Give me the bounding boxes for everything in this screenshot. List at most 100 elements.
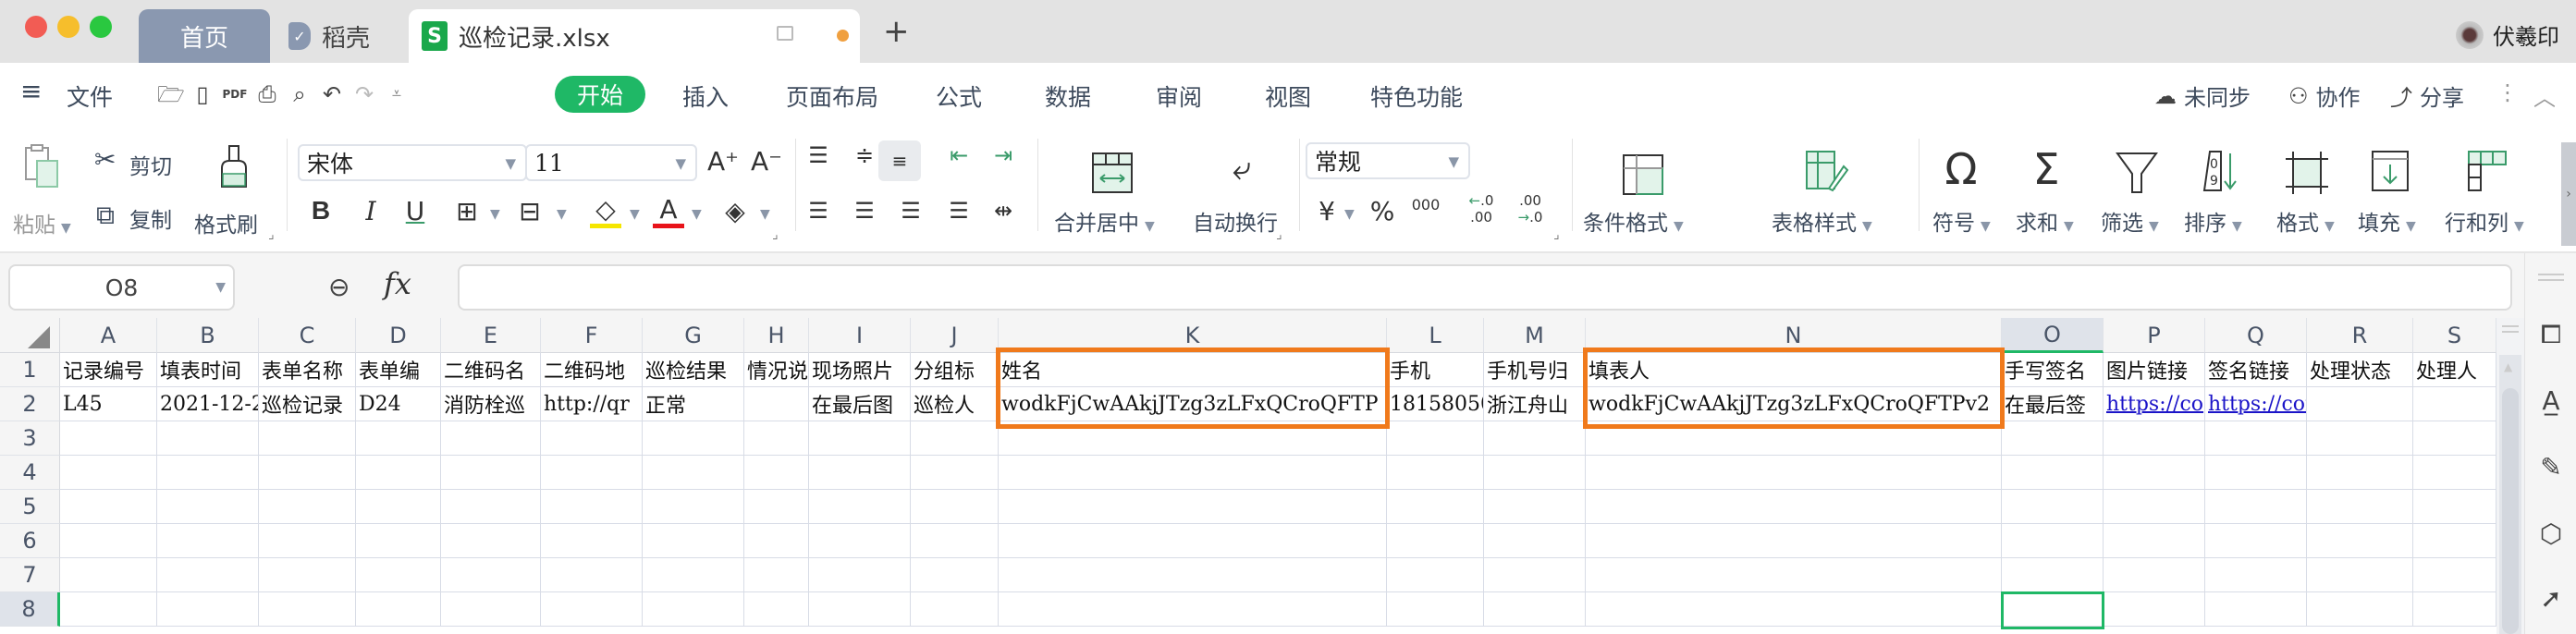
cell-O4[interactable] bbox=[2002, 456, 2104, 490]
cell-N3[interactable] bbox=[1586, 421, 2002, 456]
cell-H1[interactable]: 情况说 bbox=[744, 353, 809, 387]
column-header-B[interactable]: B bbox=[157, 318, 259, 353]
column-header-J[interactable]: J bbox=[911, 318, 999, 353]
align-left-icon[interactable]: ☰ bbox=[803, 198, 834, 224]
sort-icon[interactable]: 09 bbox=[2197, 148, 2243, 194]
menu-file[interactable]: 文件 bbox=[67, 79, 113, 113]
column-header-C[interactable]: C bbox=[259, 318, 356, 353]
table-style-button[interactable]: 表格样式 ▼ bbox=[1772, 205, 1872, 237]
cell-G3[interactable] bbox=[643, 421, 744, 456]
cell-R6[interactable] bbox=[2307, 524, 2413, 558]
panel-handle[interactable] bbox=[2538, 274, 2564, 281]
cell-J4[interactable] bbox=[911, 456, 999, 490]
design-icon[interactable]: ✎ bbox=[2536, 453, 2566, 482]
row-header-8[interactable]: 8 bbox=[0, 592, 60, 627]
chevron-down-icon[interactable]: ▼ bbox=[630, 207, 640, 222]
cell-A1[interactable]: 记录编号 bbox=[60, 353, 157, 387]
cell-J7[interactable] bbox=[911, 558, 999, 592]
cell-G7[interactable] bbox=[643, 558, 744, 592]
cell-N8[interactable] bbox=[1586, 592, 2002, 627]
copy-icon[interactable]: ⧉ bbox=[96, 200, 115, 231]
cell-P4[interactable] bbox=[2104, 456, 2205, 490]
plugin-icon[interactable]: ⬡ bbox=[2536, 519, 2566, 549]
row-header-4[interactable]: 4 bbox=[0, 456, 60, 490]
cell-Q2[interactable]: https://console.cli.im/reco bbox=[2205, 387, 2307, 421]
cell-N4[interactable] bbox=[1586, 456, 2002, 490]
sum-icon[interactable]: Σ bbox=[2023, 144, 2069, 194]
monitor-icon[interactable] bbox=[777, 26, 793, 41]
cell-G6[interactable] bbox=[643, 524, 744, 558]
cell-C1[interactable]: 表单名称 bbox=[259, 353, 356, 387]
tab-start[interactable]: 开始 bbox=[555, 76, 645, 113]
format-painter-button[interactable]: 格式刷 bbox=[194, 207, 258, 238]
cell-J3[interactable] bbox=[911, 421, 999, 456]
cell-B3[interactable] bbox=[157, 421, 259, 456]
scroll-thumb[interactable] bbox=[2502, 388, 2519, 634]
cell-S1[interactable]: 处理人 bbox=[2413, 353, 2496, 387]
cell-H2[interactable] bbox=[744, 387, 809, 421]
cell-F7[interactable] bbox=[541, 558, 643, 592]
cell-G8[interactable] bbox=[643, 592, 744, 627]
collaborate-button[interactable]: ⚇ 协作 bbox=[2288, 79, 2361, 112]
increase-indent-icon[interactable]: ⇥ bbox=[987, 142, 1019, 168]
cell-Q3[interactable] bbox=[2205, 421, 2307, 456]
insert-function-icon[interactable]: fx bbox=[384, 266, 411, 301]
cell-B2[interactable]: 2021-12-27 bbox=[157, 387, 259, 421]
cell-L6[interactable] bbox=[1387, 524, 1484, 558]
cell-M7[interactable] bbox=[1484, 558, 1586, 592]
table-style-icon[interactable] bbox=[1803, 148, 1849, 194]
column-header-M[interactable]: M bbox=[1484, 318, 1586, 353]
sort-button[interactable]: 排序 ▼ bbox=[2184, 205, 2242, 237]
column-header-A[interactable]: A bbox=[60, 318, 157, 353]
borders-icon[interactable]: ⊞ bbox=[451, 196, 483, 226]
cell-P3[interactable] bbox=[2104, 421, 2205, 456]
currency-icon[interactable]: ¥ bbox=[1311, 196, 1343, 226]
tab-review[interactable]: 审阅 bbox=[1156, 79, 1202, 113]
cell-I5[interactable] bbox=[809, 490, 911, 524]
cell-R5[interactable] bbox=[2307, 490, 2413, 524]
clear-format-icon[interactable]: ◈ bbox=[719, 196, 751, 226]
cell-F1[interactable]: 二维码地 bbox=[541, 353, 643, 387]
cell-P1[interactable]: 图片链接 bbox=[2104, 353, 2205, 387]
column-header-E[interactable]: E bbox=[441, 318, 541, 353]
pointer-icon[interactable]: ➚ bbox=[2536, 584, 2566, 614]
row-header-6[interactable]: 6 bbox=[0, 524, 60, 558]
paste-button[interactable]: 粘贴 ▼ bbox=[13, 207, 71, 238]
cell-O6[interactable] bbox=[2002, 524, 2104, 558]
cell-P5[interactable] bbox=[2104, 490, 2205, 524]
cell-R2[interactable] bbox=[2307, 387, 2413, 421]
cell-E3[interactable] bbox=[441, 421, 541, 456]
cell-S6[interactable] bbox=[2413, 524, 2496, 558]
cell-A7[interactable] bbox=[60, 558, 157, 592]
active-cell-selection[interactable] bbox=[2001, 591, 2104, 629]
cell-K1[interactable]: 姓名 bbox=[999, 353, 1387, 387]
cell-G2[interactable]: 正常 bbox=[643, 387, 744, 421]
chevron-down-icon[interactable]: ▼ bbox=[692, 207, 702, 222]
cell-K4[interactable] bbox=[999, 456, 1387, 490]
cell-N2[interactable]: wodkFjCwAAkjJTzg3zLFxQCroQFTPv2 bbox=[1586, 387, 2002, 421]
cell-M1[interactable]: 手机号归 bbox=[1484, 353, 1586, 387]
cell-I6[interactable] bbox=[809, 524, 911, 558]
cell-O2[interactable]: 在最后签 bbox=[2002, 387, 2104, 421]
cell-D1[interactable]: 表单编 bbox=[356, 353, 441, 387]
copy-button[interactable]: 复制 bbox=[129, 202, 172, 234]
rows-columns-button[interactable]: 行和列 ▼ bbox=[2445, 205, 2524, 237]
row-header-1[interactable]: 1 bbox=[0, 353, 60, 387]
cell-D3[interactable] bbox=[356, 421, 441, 456]
cell-M3[interactable] bbox=[1484, 421, 1586, 456]
cell-D8[interactable] bbox=[356, 592, 441, 627]
group-launcher-icon[interactable]: ⌟ bbox=[268, 227, 275, 242]
cell-S3[interactable] bbox=[2413, 421, 2496, 456]
cell-R8[interactable] bbox=[2307, 592, 2413, 627]
cell-I8[interactable] bbox=[809, 592, 911, 627]
bold-icon[interactable]: B bbox=[305, 196, 337, 226]
format-cells-icon[interactable] bbox=[2284, 150, 2330, 196]
cell-E6[interactable] bbox=[441, 524, 541, 558]
cell-M8[interactable] bbox=[1484, 592, 1586, 627]
cell-L4[interactable] bbox=[1387, 456, 1484, 490]
select-all-button[interactable] bbox=[0, 318, 60, 353]
cell-N1[interactable]: 填表人 bbox=[1586, 353, 2002, 387]
column-header-R[interactable]: R bbox=[2307, 318, 2413, 353]
tab-special-features[interactable]: 特色功能 bbox=[1370, 79, 1463, 113]
underline-icon[interactable]: U bbox=[399, 196, 431, 226]
